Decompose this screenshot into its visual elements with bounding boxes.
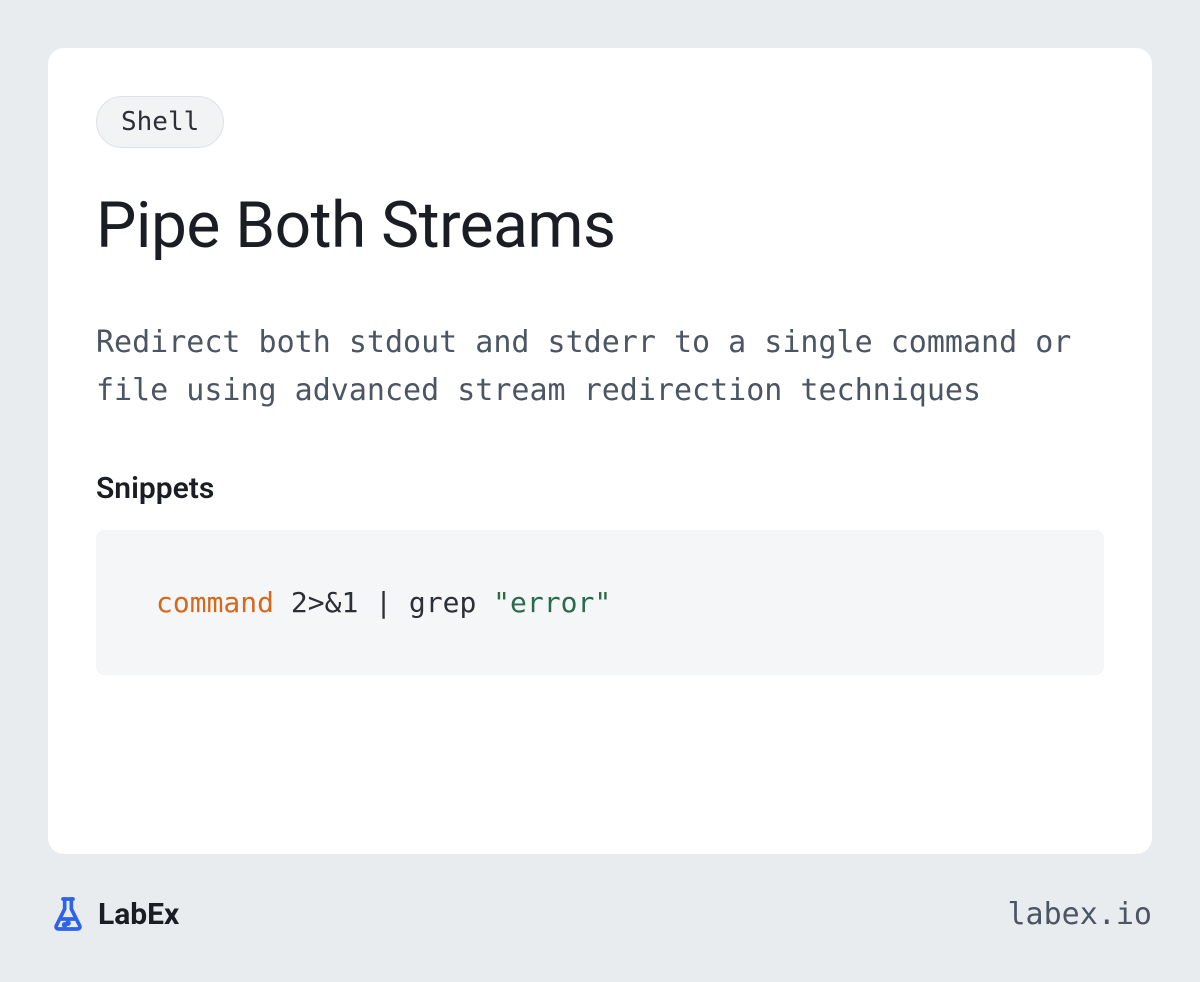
code-body: 2>&1 | grep bbox=[274, 586, 493, 619]
code-snippet: command 2>&1 | grep "error" bbox=[96, 530, 1104, 675]
description-text: Redirect both stdout and stderr to a sin… bbox=[96, 319, 1104, 415]
page-title: Pipe Both Streams bbox=[96, 188, 1104, 263]
code-string: "error" bbox=[493, 586, 611, 619]
brand: LabEx bbox=[48, 894, 179, 934]
brand-url: labex.io bbox=[1008, 897, 1153, 932]
content-card: Shell Pipe Both Streams Redirect both st… bbox=[48, 48, 1152, 854]
brand-name: LabEx bbox=[98, 897, 179, 932]
language-tag: Shell bbox=[96, 96, 224, 148]
footer: LabEx labex.io bbox=[48, 854, 1152, 934]
snippets-heading: Snippets bbox=[96, 471, 1104, 506]
code-keyword: command bbox=[156, 586, 274, 619]
flask-icon bbox=[48, 894, 88, 934]
